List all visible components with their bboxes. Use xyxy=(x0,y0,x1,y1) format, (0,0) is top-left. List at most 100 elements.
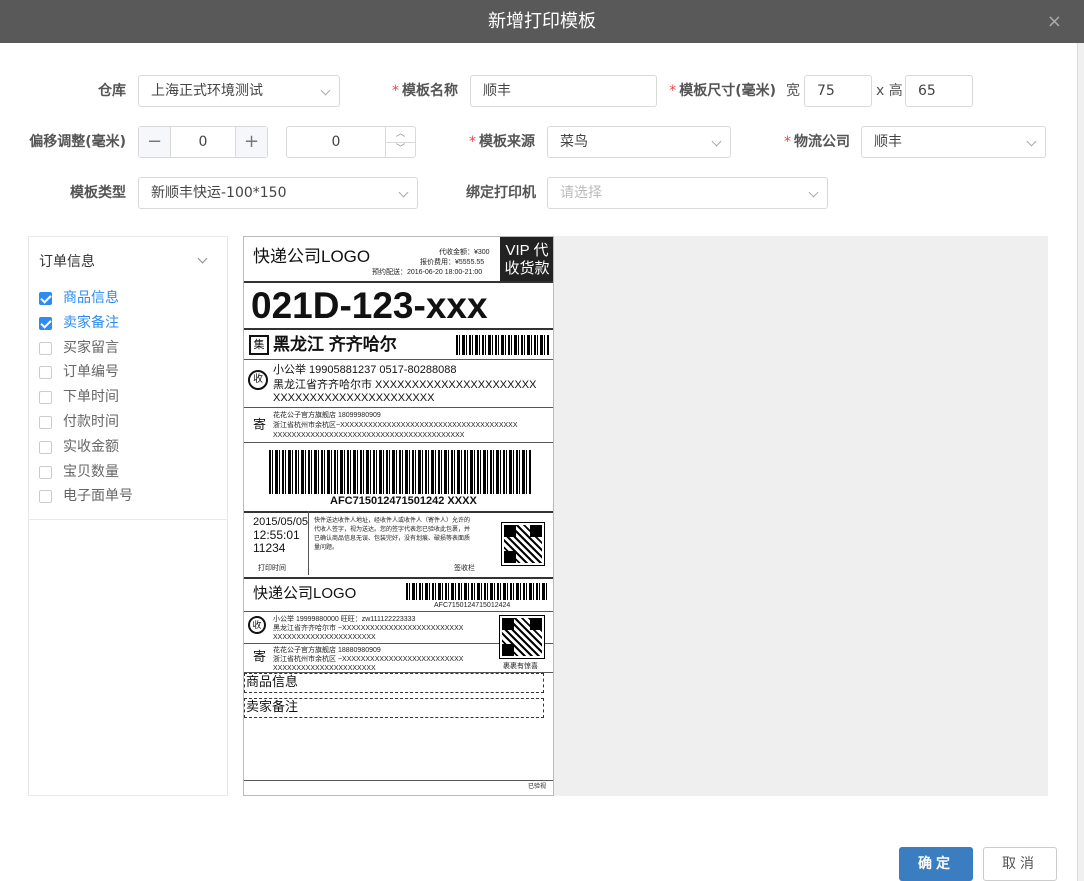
offset-x-value[interactable]: 0 xyxy=(171,127,235,157)
destination-city: 黑龙江 齐齐哈尔 xyxy=(273,335,397,354)
receiver-address-stub-line2: XXXXXXXXXXXXXXXXXXXXXX xyxy=(273,634,376,641)
scrollbar[interactable] xyxy=(1077,43,1084,881)
sender-address-stub-line1: 浙江省杭州市余杭区 ~XXXXXXXXXXXXXXXXXXXXXXXXXX xyxy=(273,656,464,663)
warehouse-select[interactable]: 上海正式环境测试 xyxy=(138,75,340,107)
checkbox[interactable] xyxy=(39,366,52,380)
width-value: 75 xyxy=(817,83,835,99)
template-type-select[interactable]: 新顺丰快运-100*150 xyxy=(138,177,418,209)
checkbox-label: 买家留言 xyxy=(63,339,119,356)
vip-badge: VIP 代收货款 xyxy=(500,237,553,281)
template-source-label: * 模板来源 xyxy=(469,134,535,150)
checkbox-label: 订单编号 xyxy=(63,364,119,381)
logistics-company-select[interactable]: 顺丰 xyxy=(861,126,1046,158)
sender-address-line2: XXXXXXXXXXXXXXXXXXXXXXXXXXXXXXXXXXXXXXXX… xyxy=(273,432,465,439)
receiver-icon: 收 xyxy=(248,370,268,390)
logistics-company-value: 顺丰 xyxy=(874,134,902,150)
checkbox[interactable] xyxy=(39,465,52,479)
checkbox[interactable] xyxy=(39,316,52,330)
design-canvas xyxy=(554,236,1048,796)
template-type-value: 新顺丰快运-100*150 xyxy=(151,185,287,201)
checkbox[interactable] xyxy=(39,440,52,454)
template-size-label: * 模板尺寸(毫米) xyxy=(669,83,776,99)
receiver-contact: 小公举 19905881237 0517-80288088 xyxy=(273,364,457,376)
barcode-small xyxy=(456,335,550,355)
dialog-header: 新增打印模板 × xyxy=(0,0,1084,43)
cod-amount: 代收金额：¥300 xyxy=(439,249,490,256)
checkbox[interactable] xyxy=(39,391,52,405)
template-source-value: 菜鸟 xyxy=(560,134,588,150)
warehouse-value: 上海正式环境测试 xyxy=(151,83,263,99)
chevron-up-icon[interactable]: ︿ xyxy=(386,127,415,142)
height-value: 65 xyxy=(918,83,936,99)
plus-icon[interactable]: + xyxy=(235,127,267,157)
barcode-stub xyxy=(406,583,548,600)
sender-icon-stub: 寄 xyxy=(253,649,267,664)
checkbox[interactable] xyxy=(39,490,52,504)
sender-icon: 寄 xyxy=(253,417,267,432)
notice-line1: 快件送达收件人地址，经收件人或收件人（寄件人）允许的 xyxy=(314,518,471,524)
checkbox[interactable] xyxy=(39,416,52,429)
fields-panel: 订单信息 商品信息 卖家备注 买家留言 订单编号 下单时间 付款时间 实收金额 宝贝数量 电子面… xyxy=(28,236,228,796)
spinner-arrows[interactable]: ︿ ﹀ xyxy=(385,127,415,157)
chevron-down-icon xyxy=(808,187,819,198)
printer-select[interactable]: 请选择 xyxy=(547,177,828,209)
template-name-label: * 模板名称 xyxy=(392,83,458,99)
checkbox-label: 付款时间 xyxy=(63,414,119,430)
printer-label: 绑定打印机 xyxy=(466,185,536,201)
receiver-address-stub-line1: 黑龙江省齐齐哈尔市 ~XXXXXXXXXXXXXXXXXXXXXXXXXX xyxy=(273,625,464,632)
fields-panel-title[interactable]: 订单信息 xyxy=(39,251,95,271)
appointment-time: 预约配送：2016-06-20 18:00-21:00 xyxy=(372,269,483,276)
courier-logo-stub: 快递公司LOGO xyxy=(253,585,357,602)
receiver-address-line1: 黑龙江省齐齐哈尔市 XXXXXXXXXXXXXXXXXXXXXX xyxy=(273,379,537,391)
cancel-button[interactable]: 取消 xyxy=(983,847,1057,881)
offset-label: 偏移调整(毫米) xyxy=(29,134,126,150)
receiver-address-line2: XXXXXXXXXXXXXXXXXXXXXX xyxy=(273,392,435,404)
checkbox-label: 卖家备注 xyxy=(63,314,119,331)
print-serial: 11234 xyxy=(253,541,286,555)
width-input[interactable]: 75 xyxy=(804,75,872,107)
insured-fee: 报价费用：¥5555.55 xyxy=(420,259,485,266)
offset-x-stepper[interactable]: − 0 + xyxy=(138,126,268,158)
qr-caption: 裹裹有惊喜 xyxy=(503,663,538,670)
height-label: x 高 xyxy=(876,83,903,99)
qr-code xyxy=(501,522,545,566)
chevron-down-icon xyxy=(711,136,722,147)
jizhong-icon: 集 xyxy=(249,335,269,355)
notice-line2: 代收人签字，视为送达。您的签字代表您已验收此包裹，并 xyxy=(314,527,471,533)
sender-address-line1: 浙江省杭州市余杭区~XXXXXXXXXXXXXXXXXXXXXXXXXXXXXX… xyxy=(273,422,518,429)
warehouse-label: 仓库 xyxy=(98,83,126,99)
close-icon[interactable]: × xyxy=(1047,13,1062,31)
width-label: 宽 xyxy=(786,83,800,99)
notice-line3: 已确认商品信息无误、包装完好，没有划痕、破损等表面质 xyxy=(314,536,471,542)
waybill-number-stub: AFC7150124715012424 xyxy=(434,602,511,609)
offset-y-stepper[interactable]: 0 ︿ ﹀ xyxy=(286,126,416,158)
divider xyxy=(29,519,227,520)
template-source-select[interactable]: 菜鸟 xyxy=(547,126,731,158)
chevron-down-icon[interactable]: ﹀ xyxy=(386,142,415,156)
waybill-number: AFC715012471501242 XXXX xyxy=(330,495,477,507)
field-product-info[interactable]: 商品信息 xyxy=(244,673,544,693)
field-seller-note[interactable]: 卖家备注 xyxy=(244,698,544,718)
template-name-value: 顺丰 xyxy=(483,83,511,99)
confirm-button[interactable]: 确定 xyxy=(899,847,973,881)
chevron-down-icon xyxy=(320,85,331,96)
chevron-down-icon xyxy=(1026,136,1037,147)
offset-y-value[interactable]: 0 xyxy=(287,127,385,157)
footer-mark: 已验视 xyxy=(528,784,547,790)
height-input[interactable]: 65 xyxy=(905,75,973,107)
chevron-down-icon[interactable] xyxy=(197,253,208,264)
sign-label: 签收栏 xyxy=(454,565,475,572)
checkbox[interactable] xyxy=(39,292,52,305)
printer-placeholder: 请选择 xyxy=(560,185,602,201)
chevron-down-icon xyxy=(398,187,409,198)
minus-icon[interactable]: − xyxy=(139,127,171,157)
sender-contact-stub: 花花公子官方旗舰店 18880980909 xyxy=(273,647,381,654)
checkbox-label: 下单时间 xyxy=(63,389,119,406)
checkbox-label: 电子面单号 xyxy=(63,488,133,505)
checkbox-label: 实收金额 xyxy=(63,438,119,455)
receiver-icon-stub: 收 xyxy=(248,616,266,634)
template-name-input[interactable]: 顺丰 xyxy=(470,75,657,107)
checkbox[interactable] xyxy=(39,341,52,355)
qr-code-stub xyxy=(499,615,545,659)
checkbox-label: 商品信息 xyxy=(63,290,119,306)
